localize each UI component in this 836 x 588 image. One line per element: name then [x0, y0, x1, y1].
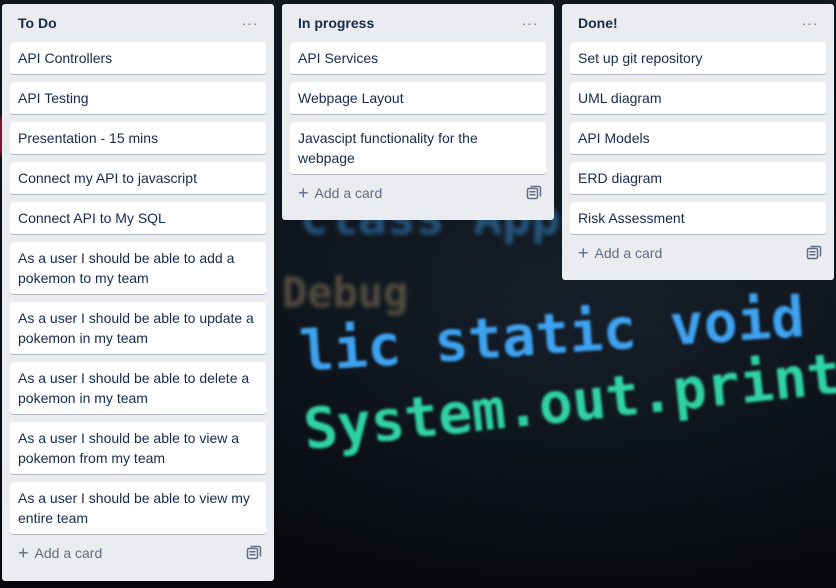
- list-footer: + Add a card: [10, 534, 266, 572]
- card-template-icon[interactable]: [806, 245, 822, 261]
- list-done: Done! ··· Set up git repository UML diag…: [562, 4, 834, 280]
- card[interactable]: API Controllers: [10, 42, 266, 74]
- card[interactable]: Connect my API to javascript: [10, 162, 266, 194]
- card[interactable]: API Testing: [10, 82, 266, 114]
- card[interactable]: ERD diagram: [570, 162, 826, 194]
- add-card-label: Add a card: [594, 245, 663, 261]
- card-list: Set up git repository UML diagram API Mo…: [570, 42, 826, 234]
- list-header: Done! ···: [570, 4, 826, 42]
- card[interactable]: As a user I should be able to view my en…: [10, 482, 266, 534]
- card[interactable]: As a user I should be able to delete a p…: [10, 362, 266, 414]
- card-list: API Services Webpage Layout Javascipt fu…: [290, 42, 546, 174]
- card-list: API Controllers API Testing Presentation…: [10, 42, 266, 534]
- card[interactable]: As a user I should be able to add a poke…: [10, 242, 266, 294]
- list-todo: To Do ··· API Controllers API Testing Pr…: [2, 4, 274, 581]
- card[interactable]: Set up git repository: [570, 42, 826, 74]
- add-card-button[interactable]: + Add a card: [298, 184, 382, 202]
- background-code-line: Debug: [282, 268, 409, 317]
- card[interactable]: Javascipt functionality for the webpage: [290, 122, 546, 174]
- list-title[interactable]: In progress: [298, 15, 374, 31]
- list-title[interactable]: To Do: [18, 15, 57, 31]
- card[interactable]: As a user I should be able to update a p…: [10, 302, 266, 354]
- card[interactable]: Connect API to My SQL: [10, 202, 266, 234]
- list-header: In progress ···: [290, 4, 546, 42]
- add-card-label: Add a card: [34, 545, 103, 561]
- card[interactable]: Presentation - 15 mins: [10, 122, 266, 154]
- more-horizontal-icon[interactable]: ···: [798, 11, 822, 35]
- plus-icon: +: [578, 243, 589, 263]
- add-card-button[interactable]: + Add a card: [578, 244, 662, 262]
- list-title[interactable]: Done!: [578, 15, 618, 31]
- list-in-progress: In progress ··· API Services Webpage Lay…: [282, 4, 554, 220]
- more-horizontal-icon[interactable]: ···: [518, 11, 542, 35]
- card[interactable]: API Models: [570, 122, 826, 154]
- plus-icon: +: [18, 543, 29, 563]
- add-card-button[interactable]: + Add a card: [18, 544, 102, 562]
- more-horizontal-icon[interactable]: ···: [238, 11, 262, 35]
- list-header: To Do ···: [10, 4, 266, 42]
- card[interactable]: API Services: [290, 42, 546, 74]
- card[interactable]: UML diagram: [570, 82, 826, 114]
- list-footer: + Add a card: [290, 174, 546, 212]
- add-card-label: Add a card: [314, 185, 383, 201]
- card[interactable]: Risk Assessment: [570, 202, 826, 234]
- card[interactable]: Webpage Layout: [290, 82, 546, 114]
- list-footer: + Add a card: [570, 234, 826, 272]
- card-template-icon[interactable]: [246, 545, 262, 561]
- card-template-icon[interactable]: [526, 185, 542, 201]
- card[interactable]: As a user I should be able to view a pok…: [10, 422, 266, 474]
- plus-icon: +: [298, 183, 309, 203]
